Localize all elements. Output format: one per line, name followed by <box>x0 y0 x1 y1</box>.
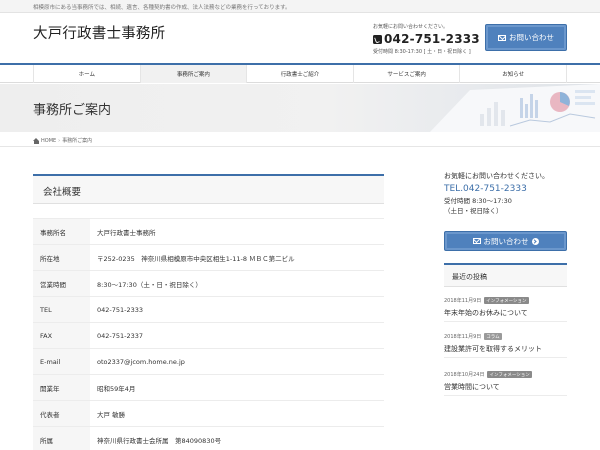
post-meta: 2018年10月24日 インフォメーション <box>444 371 567 378</box>
nav-item-news[interactable]: お知らせ <box>460 65 567 83</box>
recent-posts-title: 最近の投稿 <box>452 273 487 281</box>
section-title: 会社概要 <box>43 187 82 198</box>
post-divider <box>444 321 567 322</box>
sidebar-contact-button-label: お問い合わせ <box>483 236 529 246</box>
nav-item-office[interactable]: 事務所ご案内 <box>140 65 248 83</box>
header-contact-button-label: お問い合わせ <box>509 33 554 42</box>
row-label: TEL <box>33 296 90 323</box>
breadcrumb-current: 事務所ご案内 <box>62 138 93 144</box>
recent-posts-heading: 最近の投稿 <box>444 263 567 287</box>
arrow-right-circle-icon <box>531 237 539 245</box>
home-icon <box>33 138 39 144</box>
post-date: 2018年11月9日 <box>444 334 482 340</box>
post-category-badge[interactable]: インフォメーション <box>484 297 529 304</box>
phone-icon <box>373 34 382 44</box>
sidebar-hours-line: 受付時間 8:30〜17:30 <box>444 197 512 205</box>
sidebar-hours: 受付時間 8:30〜17:30 （土日・祝日除く） <box>444 196 567 216</box>
table-row: 事務所名 大戸行政書士事務所 <box>33 218 384 245</box>
nav-item-home[interactable]: ホーム <box>34 65 141 83</box>
header-contact-button[interactable]: お問い合わせ <box>485 24 567 51</box>
row-value: 大戸行政書士事務所 <box>90 218 384 245</box>
recent-post[interactable]: 2018年11月9日 インフォメーション 年末年始のお休みについて <box>444 297 567 318</box>
breadcrumb-home[interactable]: HOME <box>41 138 56 144</box>
header-contact-info: お気軽にお問い合わせください。 042-751-2333 受付時間 8:30-1… <box>373 23 481 55</box>
recent-post[interactable]: 2018年11月9日 コラム 建設業許可を取得するメリット <box>444 333 567 354</box>
post-date: 2018年11月9日 <box>444 298 482 304</box>
table-row: 所属 神奈川県行政書士会所属 第84090830号 <box>33 426 384 450</box>
nav-item-services[interactable]: サービスご案内 <box>354 65 461 83</box>
sidebar-hours-note: （土日・祝日除く） <box>444 207 503 215</box>
row-label: 代表者 <box>33 400 90 427</box>
post-category-badge[interactable]: コラム <box>484 333 502 340</box>
row-value: 8:30〜17:30（土・日・祝日除く） <box>90 270 384 297</box>
row-label: 営業時間 <box>33 270 90 297</box>
section-heading: 会社概要 <box>33 174 384 204</box>
banner-chart-image <box>430 84 600 132</box>
table-row: TEL 042-751-2333 <box>33 296 384 323</box>
post-divider <box>444 357 567 358</box>
sidebar-contact-button[interactable]: お問い合わせ <box>444 231 567 251</box>
post-category-badge[interactable]: インフォメーション <box>487 371 532 378</box>
table-row: 代表者 大戸 敏勝 <box>33 400 384 427</box>
post-title[interactable]: 営業時間について <box>444 382 567 392</box>
recent-post[interactable]: 2018年10月24日 インフォメーション 営業時間について <box>444 371 567 392</box>
mail-icon <box>498 34 506 41</box>
row-value: 神奈川県行政書士会所属 第84090830号 <box>90 426 384 450</box>
breadcrumb: HOME › 事務所ご案内 <box>33 137 92 144</box>
row-value: oto2337@jcom.home.ne.jp <box>90 348 384 375</box>
breadcrumb-divider <box>0 146 600 147</box>
table-row: 営業時間 8:30〜17:30（土・日・祝日除く） <box>33 270 384 297</box>
page-header-banner: 事務所ご案内 <box>0 84 600 132</box>
row-value: 〒252-0235 神奈川県相模原市中央区相生1-11-8 ＭＢＣ第二ビル <box>90 244 384 271</box>
row-value: 大戸 敏勝 <box>90 400 384 427</box>
top-info-bar: 相模原市にある当事務所では、相続、遺言、各種契約書の作成、法人法務などの業務を行… <box>0 0 600 13</box>
table-row: 所在地 〒252-0235 神奈川県相模原市中央区相生1-11-8 ＭＢＣ第二ビ… <box>33 244 384 271</box>
post-title[interactable]: 建設業許可を取得するメリット <box>444 344 567 354</box>
row-value: 042-751-2337 <box>90 322 384 349</box>
row-label: 所属 <box>33 426 90 450</box>
sidebar-contact: お気軽にお問い合わせください。 TEL.042-751-2333 受付時間 8:… <box>444 171 567 216</box>
post-date: 2018年10月24日 <box>444 372 485 378</box>
global-nav: ホーム 事務所ご案内 行政書士ご紹介 サービスご案内 お知らせ <box>0 63 600 83</box>
header-hours: 受付時間 8:30-17:30 [ 土・日・祝日除く ] <box>373 49 471 55</box>
contact-note: お気軽にお問い合わせください。 <box>373 24 449 30</box>
page-title: 事務所ご案内 <box>33 103 112 118</box>
table-row: FAX 042-751-2337 <box>33 322 384 349</box>
post-meta: 2018年11月9日 コラム <box>444 333 567 340</box>
row-label: 事務所名 <box>33 218 90 245</box>
table-row: E-mail oto2337@jcom.home.ne.jp <box>33 348 384 375</box>
mail-icon <box>472 238 481 244</box>
row-value: 042-751-2333 <box>90 296 384 323</box>
breadcrumb-separator: › <box>58 137 61 144</box>
sidebar-tel[interactable]: TEL.042-751-2333 <box>444 184 567 194</box>
row-label: FAX <box>33 322 90 349</box>
top-info-text: 相模原市にある当事務所では、相続、遺言、各種契約書の作成、法人法務などの業務を行… <box>33 5 291 11</box>
row-value: 昭和59年4月 <box>90 374 384 401</box>
post-divider <box>444 395 567 396</box>
post-meta: 2018年11月9日 インフォメーション <box>444 297 567 304</box>
header-phone[interactable]: 042-751-2333 <box>373 32 481 46</box>
row-label: E-mail <box>33 348 90 375</box>
row-label: 開業年 <box>33 374 90 401</box>
row-label: 所在地 <box>33 244 90 271</box>
post-title[interactable]: 年末年始のお休みについて <box>444 308 567 318</box>
table-row: 開業年 昭和59年4月 <box>33 374 384 401</box>
header-phone-number: 042-751-2333 <box>384 32 480 46</box>
site-logo[interactable]: 大戸行政書士事務所 <box>33 22 165 43</box>
nav-item-profile[interactable]: 行政書士ご紹介 <box>247 65 354 83</box>
company-info-table: 事務所名 大戸行政書士事務所 所在地 〒252-0235 神奈川県相模原市中央区… <box>33 218 384 450</box>
sidebar-contact-text: お気軽にお問い合わせください。 <box>444 172 549 180</box>
